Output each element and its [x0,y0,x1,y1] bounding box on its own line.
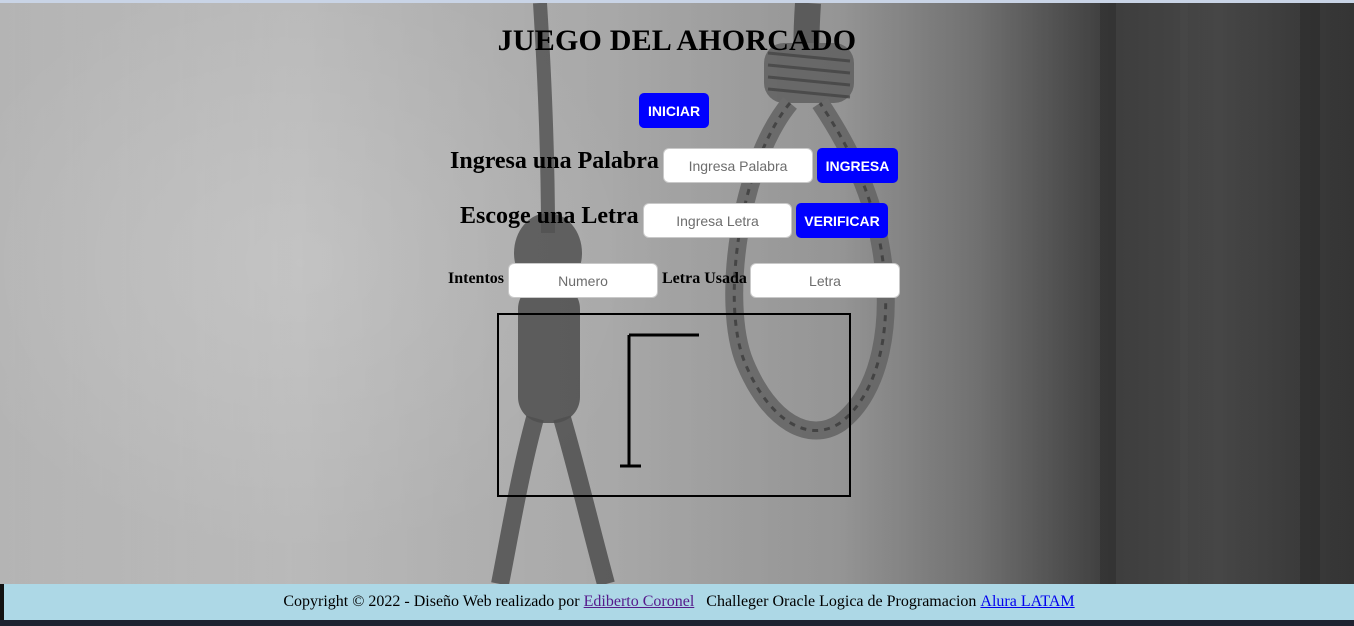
letter-input[interactable] [643,203,792,238]
gallows-drawing [620,333,699,468]
footer-copyright: Copyright © 2022 - Diseño Web realizado … [283,593,584,610]
word-input[interactable] [663,148,813,183]
page-title: JUEGO DEL AHORCADO [497,24,857,57]
author-link[interactable]: Ediberto Coronel [584,593,695,611]
start-button[interactable]: INICIAR [639,93,709,128]
used-letter-field[interactable] [750,263,900,298]
footer-challenge-text: Challeger Oracle Logica de Programacion [694,593,981,610]
footer: Copyright © 2022 - Diseño Web realizado … [4,584,1354,620]
attempts-label: Intentos [448,270,505,287]
alura-link[interactable]: Alura LATAM [980,593,1074,611]
submit-word-button[interactable]: INGRESA [817,148,898,183]
attempts-field[interactable] [508,263,658,298]
verify-button[interactable]: VERIFICAR [796,203,888,238]
hangman-canvas [497,313,851,497]
letter-label: Escoge una Letra [460,203,639,229]
word-label: Ingresa una Palabra [450,148,659,174]
taskbar-edge [0,620,1354,626]
used-letter-label: Letra Usada [662,270,747,287]
